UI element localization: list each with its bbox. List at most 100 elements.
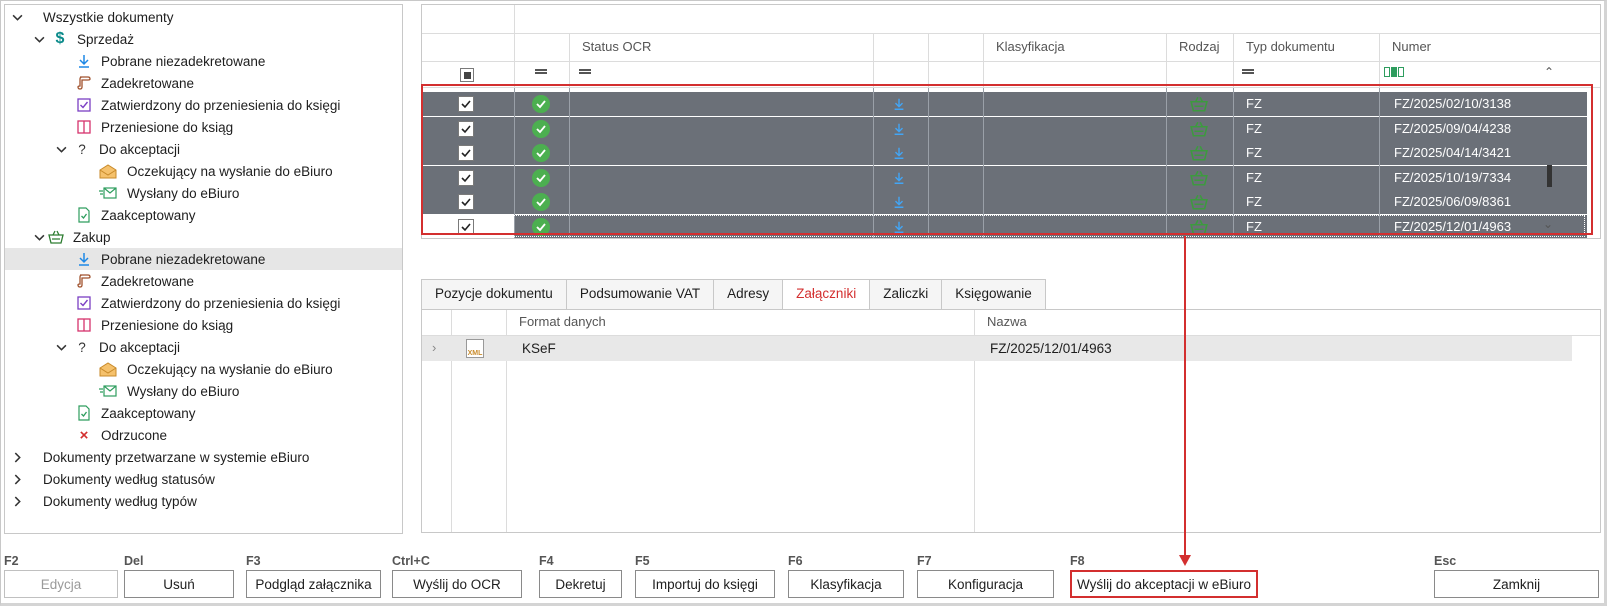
detail-tabs: Pozycje dokumentu Podsumowanie VAT Adres…: [421, 279, 1046, 309]
tree-label: Dokumenty przetwarzane w systemie eBiuro: [43, 449, 310, 465]
chevron-down-icon[interactable]: [33, 231, 45, 243]
tree-label: Zaakceptowany: [101, 405, 196, 421]
chevron-down-icon[interactable]: [55, 341, 67, 353]
tree-node-purchase-downloaded[interactable]: Pobrane niezadekretowane: [5, 248, 402, 270]
tree-label: Dokumenty według typów: [43, 493, 197, 509]
question-icon: ?: [78, 339, 86, 355]
tree-label: Odrzucone: [101, 427, 168, 443]
select-all-checkbox[interactable]: [460, 68, 474, 82]
scroll-icon: [75, 272, 93, 290]
tree-label: Zatwierdzony do przeniesienia do księgi: [101, 295, 341, 311]
tree-node-by-status[interactable]: Dokumenty według statusów: [11, 468, 215, 490]
tree-node-ebiuro-processed[interactable]: Dokumenty przetwarzane w systemie eBiuro: [11, 446, 309, 468]
tab-addresses[interactable]: Adresy: [713, 279, 784, 309]
download-icon: [75, 250, 93, 268]
decree-button[interactable]: Dekretuj: [539, 570, 622, 598]
tree-label: Wysłany do eBiuro: [127, 185, 240, 201]
tree-label: Zatwierdzony do przeniesienia do księgi: [101, 97, 341, 113]
xml-file-icon: XML: [466, 339, 484, 358]
chevron-down-icon[interactable]: [55, 143, 67, 155]
tree-node-purchase[interactable]: Zakup: [33, 226, 111, 248]
tree-label: Sprzedaż: [77, 31, 135, 47]
close-icon: ×: [79, 426, 89, 444]
tree-node-purchase-posted[interactable]: Zadekretowane: [75, 270, 194, 292]
send-to-ebiuro-acceptance-button[interactable]: Wyślij do akceptacji w eBiuro: [1070, 570, 1258, 598]
tree-node-all-documents[interactable]: Wszystkie dokumenty: [11, 6, 174, 28]
tree-node-sales-sent[interactable]: Wysłany do eBiuro: [97, 182, 239, 204]
edit-button[interactable]: Edycja: [4, 570, 118, 598]
shortcut-label: Del: [124, 554, 144, 568]
tree-label: Wszystkie dokumenty: [43, 9, 174, 25]
chevron-right-icon[interactable]: ›: [432, 340, 436, 355]
attachment-row[interactable]: › XML KSeF FZ/2025/12/01/4963: [422, 336, 1572, 361]
envelope-sent-icon: [97, 382, 119, 400]
tree-node-purchase-waiting[interactable]: Oczekujący na wysłanie do eBiuro: [97, 358, 333, 380]
filter-equals-icon[interactable]: [579, 69, 591, 74]
shortcut-label: F2: [4, 554, 19, 568]
shortcut-label: F7: [917, 554, 932, 568]
shortcut-label: F4: [539, 554, 554, 568]
xml-file-icon-label: XML: [467, 350, 483, 357]
dollar-icon: $: [55, 30, 65, 47]
column-header-number[interactable]: Numer: [1380, 33, 1431, 61]
tree-node-purchase-accepted[interactable]: Zaakceptowany: [75, 402, 196, 424]
shortcut-label: Ctrl+C: [392, 554, 430, 568]
tree-node-sales-transferred[interactable]: Przeniesione do ksiąg: [75, 116, 233, 138]
tree-node-purchase-rejected[interactable]: × Odrzucone: [75, 424, 167, 446]
tree-node-purchase-approved[interactable]: Zatwierdzony do przeniesienia do księgi: [75, 292, 340, 314]
send-to-ocr-button[interactable]: Wyślij do OCR: [392, 570, 522, 598]
tree-label: Zadekretowane: [101, 75, 195, 91]
tree-node-sales-accepted[interactable]: Zaakceptowany: [75, 204, 196, 226]
shortcut-label: F3: [246, 554, 261, 568]
column-header-kind[interactable]: Rodzaj: [1167, 33, 1219, 61]
column-header-ocr-status[interactable]: Status OCR: [570, 33, 651, 61]
tab-accounting[interactable]: Księgowanie: [941, 279, 1046, 309]
attachment-name: FZ/2025/12/01/4963: [990, 341, 1112, 356]
filter-text-icon[interactable]: [1384, 67, 1404, 77]
filter-equals-icon[interactable]: [535, 69, 547, 74]
tree-label: Zakup: [73, 229, 111, 245]
filter-equals-icon[interactable]: [1242, 69, 1254, 74]
tree-node-purchase-transferred[interactable]: Przeniesione do ksiąg: [75, 314, 233, 336]
tree-node-sales-acceptance[interactable]: ? Do akceptacji: [55, 138, 180, 160]
document-check-icon: [75, 206, 93, 224]
tab-attachments[interactable]: Załączniki: [782, 279, 871, 309]
tree-label: Oczekujący na wysłanie do eBiuro: [127, 361, 333, 377]
scroll-up-icon[interactable]: ⌃: [1544, 65, 1554, 79]
import-to-book-button[interactable]: Importuj do księgi: [635, 570, 775, 598]
tree-node-sales-posted[interactable]: Zadekretowane: [75, 72, 194, 94]
tree-node-purchase-acceptance[interactable]: ? Do akceptacji: [55, 336, 180, 358]
tree-node-sales-waiting[interactable]: Oczekujący na wysłanie do eBiuro: [97, 160, 333, 182]
tab-document-items[interactable]: Pozycje dokumentu: [421, 279, 567, 309]
tree-node-sales-approved[interactable]: Zatwierdzony do przeniesienia do księgi: [75, 94, 340, 116]
tree-node-sales[interactable]: $ Sprzedaż: [33, 28, 134, 50]
tree-label: Wysłany do eBiuro: [127, 383, 240, 399]
configuration-button[interactable]: Konfiguracja: [917, 570, 1054, 598]
tree-node-by-type[interactable]: Dokumenty według typów: [11, 490, 197, 512]
envelope-open-icon: [97, 162, 119, 180]
tree-node-sales-downloaded[interactable]: Pobrane niezadekretowane: [75, 50, 265, 72]
column-header-classification[interactable]: Klasyfikacja: [984, 33, 1065, 61]
chevron-right-icon[interactable]: [11, 451, 23, 463]
tree-label: Pobrane niezadekretowane: [101, 53, 266, 69]
tree-label: Zaakceptowany: [101, 207, 196, 223]
close-button[interactable]: Zamknij: [1434, 570, 1599, 598]
chevron-down-icon[interactable]: [33, 33, 45, 45]
preview-attachment-button[interactable]: Podgląd załącznika: [246, 570, 381, 598]
chevron-right-icon[interactable]: [11, 473, 23, 485]
document-tree: Wszystkie dokumenty $ Sprzedaż Pobrane n…: [4, 4, 403, 534]
tab-advances[interactable]: Zaliczki: [869, 279, 943, 309]
tree-node-purchase-sent[interactable]: Wysłany do eBiuro: [97, 380, 239, 402]
tab-vat-summary[interactable]: Podsumowanie VAT: [565, 279, 715, 309]
column-header-name[interactable]: Nazwa: [975, 308, 1027, 336]
column-header-format[interactable]: Format danych: [507, 308, 606, 336]
scroll-icon: [75, 74, 93, 92]
delete-button[interactable]: Usuń: [124, 570, 234, 598]
column-header-document-type[interactable]: Typ dokumentu: [1234, 33, 1335, 61]
chevron-down-icon[interactable]: [11, 11, 23, 23]
chevron-right-icon[interactable]: [11, 495, 23, 507]
classification-button[interactable]: Klasyfikacja: [788, 570, 904, 598]
shortcut-label: F8: [1070, 554, 1085, 568]
tree-label: Pobrane niezadekretowane: [101, 251, 266, 267]
tree-label: Zadekretowane: [101, 273, 195, 289]
